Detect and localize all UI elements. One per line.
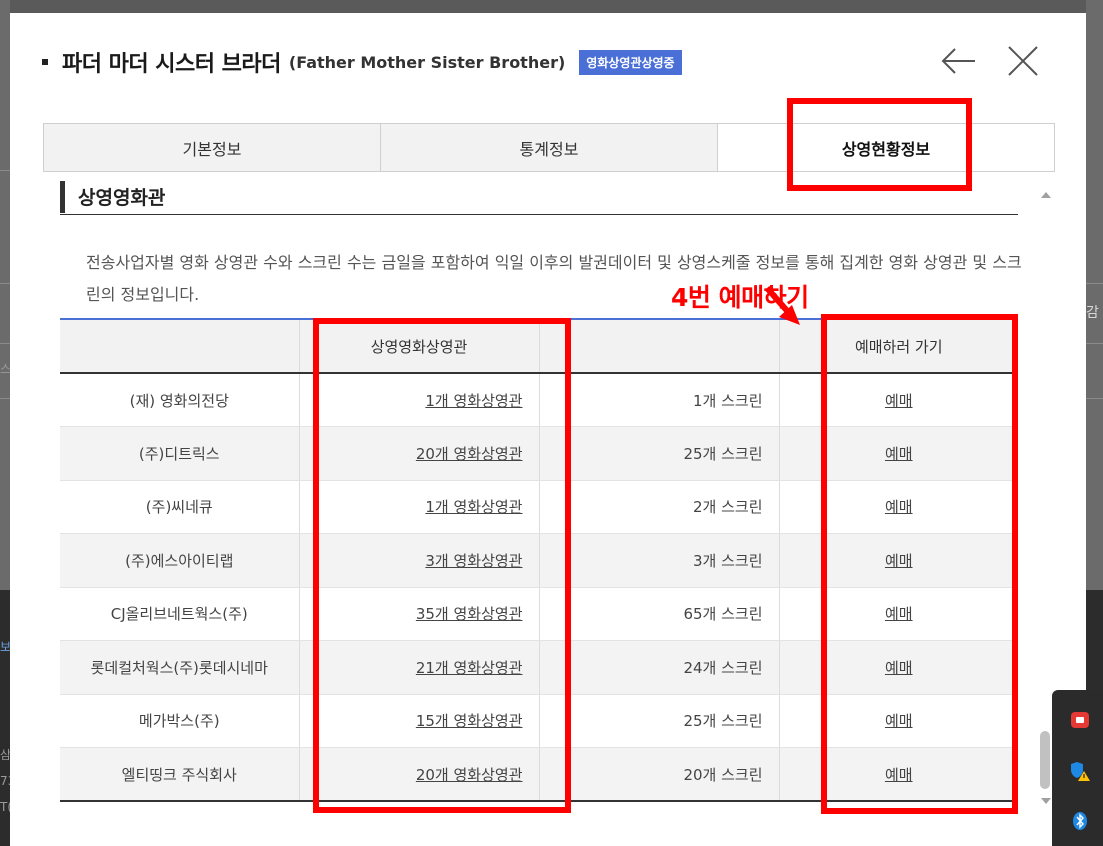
arrow-left-icon (941, 48, 975, 74)
divider (1086, 283, 1103, 284)
screen-count: 25개 스크린 (538, 426, 779, 481)
background-text: 감 (1086, 305, 1099, 321)
tab-basic-info[interactable]: 기본정보 (43, 123, 381, 172)
section-bar (60, 181, 65, 213)
scrollbar-thumb[interactable] (1040, 731, 1050, 789)
distributor-name: (주)씨네큐 (60, 480, 299, 534)
annotation-box-theaters (313, 318, 571, 813)
background-text: 73 (0, 774, 10, 788)
system-tray (1052, 690, 1103, 846)
movie-detail-modal: 파더 마더 시스터 브라더 (Father Mother Sister Brot… (10, 13, 1086, 846)
distributor-name: (주)디트릭스 (60, 426, 299, 481)
background-text: 보 (0, 640, 10, 654)
annotation-box-tab (787, 98, 972, 191)
close-icon (1008, 46, 1038, 76)
shield-warning-icon[interactable] (1069, 760, 1091, 782)
section-title: 상영영화관 (78, 187, 166, 209)
status-badge: 영화상영관상영중 (579, 49, 682, 75)
chat-app-icon[interactable] (1069, 710, 1091, 732)
background-text: 삼 (0, 748, 10, 762)
screen-count: 2개 스크린 (538, 480, 779, 534)
distributor-name: CJ올리브네트웍스(주) (60, 587, 299, 641)
screen-count: 3개 스크린 (538, 533, 779, 588)
screen-count: 20개 스크린 (538, 747, 779, 802)
header-distributor (60, 318, 299, 374)
screen-count: 24개 스크린 (538, 640, 779, 695)
annotation-box-booking (821, 314, 1018, 814)
annotation-text: 4번 예매하기 (671, 283, 809, 312)
distributor-name: (주)에스아이티랩 (60, 533, 299, 588)
divider (1086, 343, 1103, 344)
divider (0, 398, 10, 399)
movie-title-english: (Father Mother Sister Brother) (288, 52, 566, 72)
bluetooth-icon[interactable] (1069, 810, 1091, 832)
header-screens (538, 318, 779, 374)
screen-count: 1개 스크린 (538, 373, 779, 427)
divider (0, 283, 10, 284)
divider (1086, 398, 1103, 399)
distributor-name: 엘티띵크 주식회사 (60, 747, 299, 802)
section-description: 전송사업자별 영화 상영관 수와 스크린 수는 금일을 포함하여 익일 이후의 … (86, 253, 1022, 304)
modal-header: 파더 마더 시스터 브라더 (Father Mother Sister Brot… (42, 45, 682, 79)
screen-count: 65개 스크린 (538, 587, 779, 641)
distributor-name: (재) 영화의전당 (60, 373, 299, 427)
distributor-name: 메가박스(주) (60, 694, 299, 748)
background-dark-footer: 보 삼 73 T( (0, 590, 10, 846)
back-button[interactable] (939, 41, 979, 81)
movie-title: 파더 마더 시스터 브라더 (62, 52, 281, 77)
background-text: T( (0, 800, 10, 814)
scroll-up-icon[interactable] (1038, 187, 1054, 203)
background-text: 스 (0, 362, 10, 376)
distributor-name: 롯데컬처웍스(주)롯데시네마 (60, 640, 299, 695)
tab-statistics[interactable]: 통계정보 (381, 123, 718, 172)
close-button[interactable] (1003, 41, 1043, 81)
background-page-left: 스 보 삼 73 T( (0, 0, 10, 846)
title-bullet-icon (42, 59, 48, 65)
divider (0, 170, 10, 171)
screen-count: 25개 스크린 (538, 694, 779, 748)
divider (0, 343, 10, 344)
